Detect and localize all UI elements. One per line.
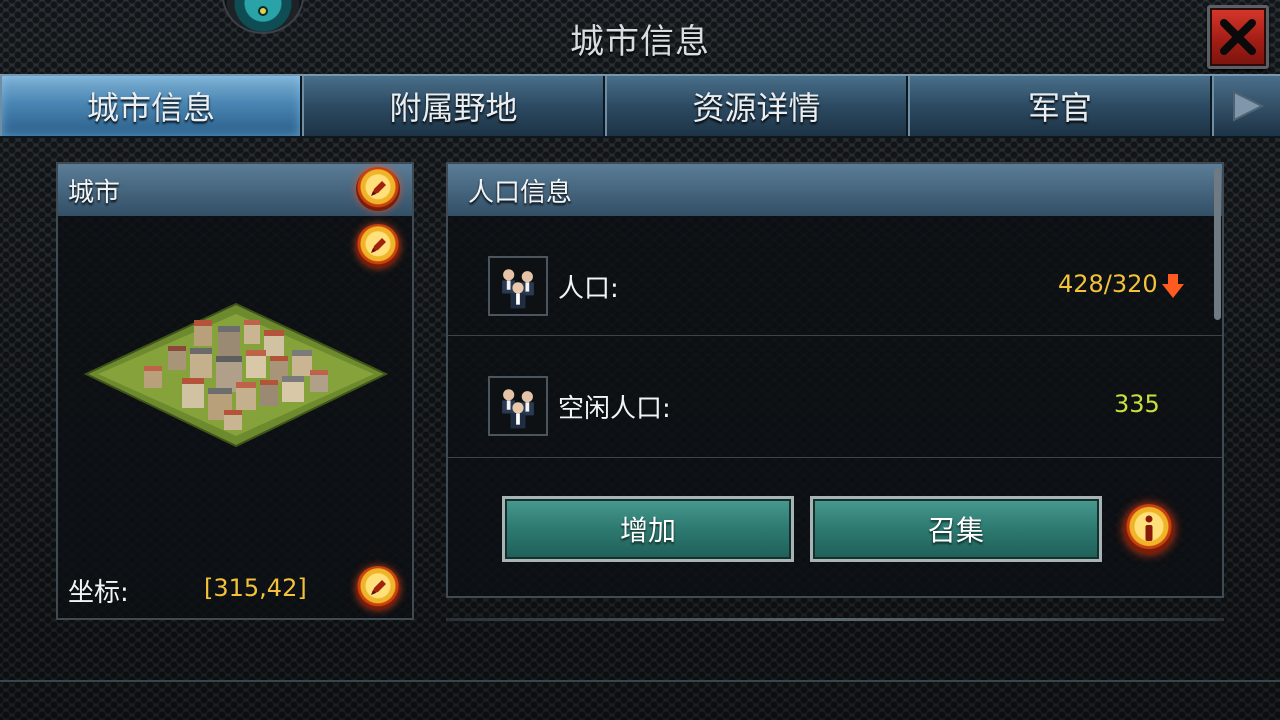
tab-bar: 城市信息 附属野地 资源详情 军官: [0, 74, 1280, 138]
people-figures: [502, 269, 534, 309]
tab-attached-fields[interactable]: 附属野地: [302, 76, 605, 136]
panel-divider: [446, 618, 1224, 621]
coordinates-value: [315,42]: [204, 574, 307, 602]
population-row: 人口: 428/320: [448, 216, 1222, 336]
people-figures: [502, 389, 534, 429]
city-illustration: [84, 302, 388, 448]
population-panel: 人口信息 人口: 428/320 空闲人口: 335 增加 召集: [446, 162, 1224, 598]
pencil-icon: [371, 580, 386, 595]
people-icon: [488, 376, 548, 436]
population-label: 人口:: [558, 274, 619, 304]
close-x-icon: [1220, 19, 1256, 55]
gather-button[interactable]: 召集: [810, 496, 1102, 562]
pencil-icon: [371, 238, 386, 253]
close-button[interactable]: [1207, 5, 1269, 69]
population-value: 428/320: [1058, 270, 1158, 298]
tab-city-info[interactable]: 城市信息: [0, 76, 302, 136]
footer-divider: [0, 680, 1280, 682]
idle-population-row: 空闲人口: 335: [448, 336, 1222, 458]
window-title: 城市信息: [570, 22, 710, 62]
pencil-icon: [371, 181, 386, 196]
tab-resource-details[interactable]: 资源详情: [605, 76, 908, 136]
edit-city-name-button[interactable]: [356, 167, 400, 211]
idle-population-label: 空闲人口:: [558, 394, 671, 424]
info-icon: [1145, 515, 1153, 541]
city-panel: 城市 坐标: [315,42]: [56, 162, 414, 620]
idle-population-value: 335: [1114, 390, 1160, 418]
edit-coordinates-button[interactable]: [356, 566, 400, 610]
coordinates-label: 坐标:: [68, 578, 129, 608]
tab-officers[interactable]: 军官: [908, 76, 1212, 136]
people-icon: [488, 256, 548, 316]
edit-city-image-button[interactable]: [356, 224, 400, 268]
population-scrollbar[interactable]: [1214, 168, 1221, 320]
tab-next-arrow[interactable]: [1212, 76, 1280, 136]
increase-button[interactable]: 增加: [502, 496, 794, 562]
population-panel-title: 人口信息: [448, 164, 1222, 216]
play-arrow-icon: [1233, 90, 1264, 122]
decrease-arrow-icon: [1162, 274, 1184, 298]
header-bar: 城市信息: [0, 0, 1280, 74]
info-button[interactable]: [1124, 504, 1174, 554]
